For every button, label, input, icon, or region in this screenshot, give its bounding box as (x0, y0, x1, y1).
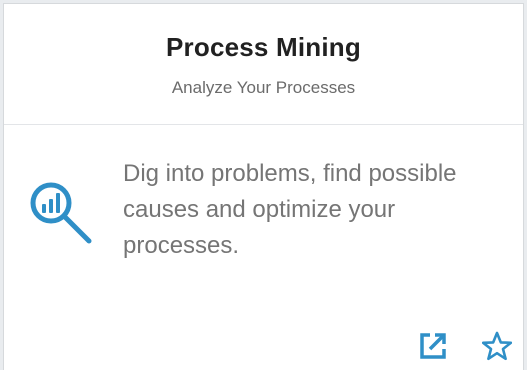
card-subtitle: Analyze Your Processes (171, 78, 356, 97)
process-mining-card[interactable]: Process Mining Analyze Your Processes Di… (3, 3, 524, 370)
analytics-search-icon (28, 180, 96, 248)
open-in-new-button[interactable] (418, 331, 448, 361)
open-in-new-icon (420, 333, 446, 359)
card-description: Dig into problems, find possible causes … (123, 160, 457, 259)
favorite-button[interactable] (482, 331, 512, 361)
star-outline-icon (482, 331, 512, 361)
page-background: Process Mining Analyze Your Processes Di… (0, 0, 527, 370)
card-header: Process Mining Analyze Your Processes (4, 4, 523, 125)
card-title: Process Mining (166, 32, 361, 62)
